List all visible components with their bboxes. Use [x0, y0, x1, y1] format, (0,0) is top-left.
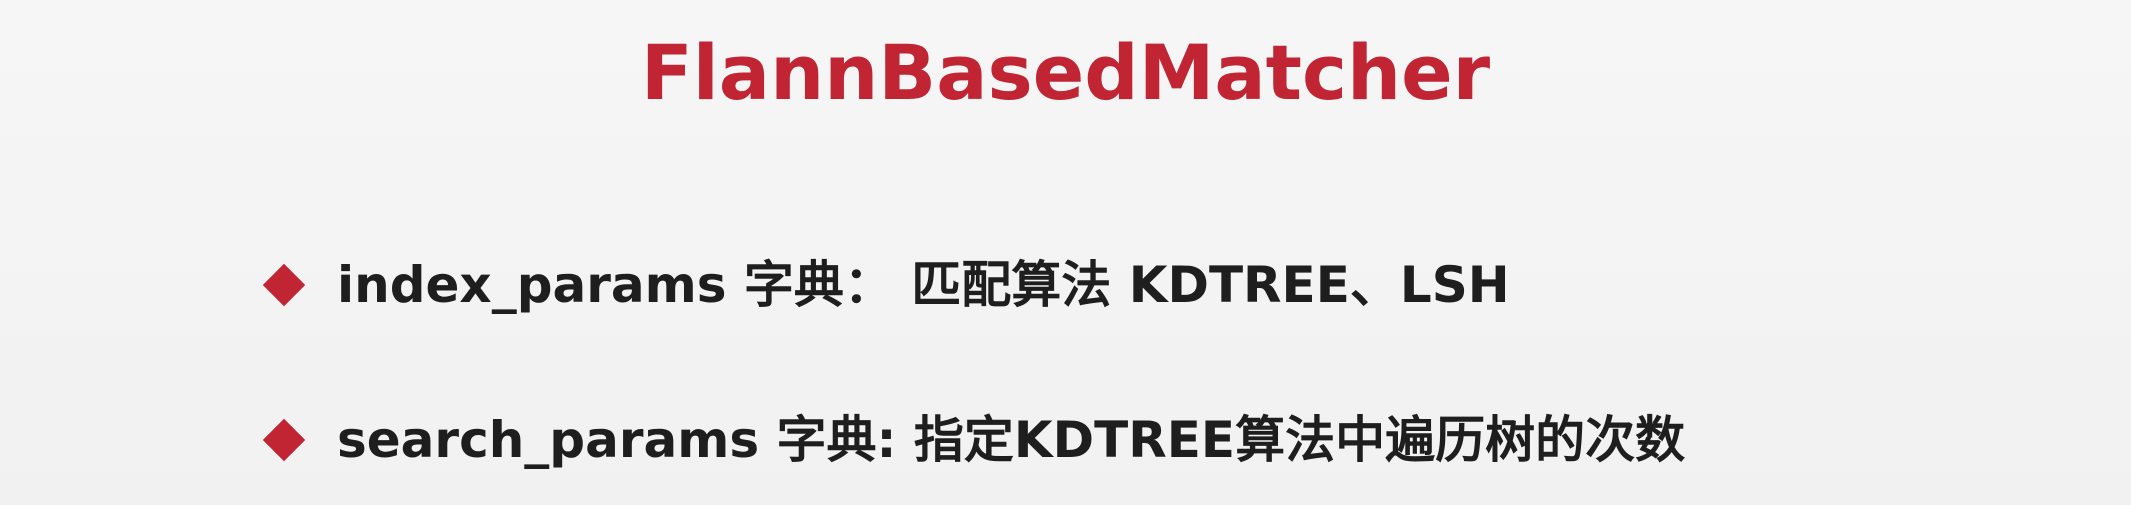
bullet-item: search_params 字典: 指定KDTREE算法中遍历树的次数 — [262, 405, 1685, 475]
diamond-icon — [262, 263, 306, 307]
bullet-item: index_params 字典： 匹配算法 KDTREE、LSH — [262, 250, 1510, 320]
diamond-icon — [262, 418, 306, 462]
bullet-list: index_params 字典： 匹配算法 KDTREE、LSH search_… — [262, 0, 2062, 505]
slide: FlannBasedMatcher index_params 字典： 匹配算法 … — [0, 0, 2131, 505]
bullet-text: search_params 字典: 指定KDTREE算法中遍历树的次数 — [337, 411, 1686, 469]
bullet-text: index_params 字典： 匹配算法 KDTREE、LSH — [337, 256, 1510, 314]
